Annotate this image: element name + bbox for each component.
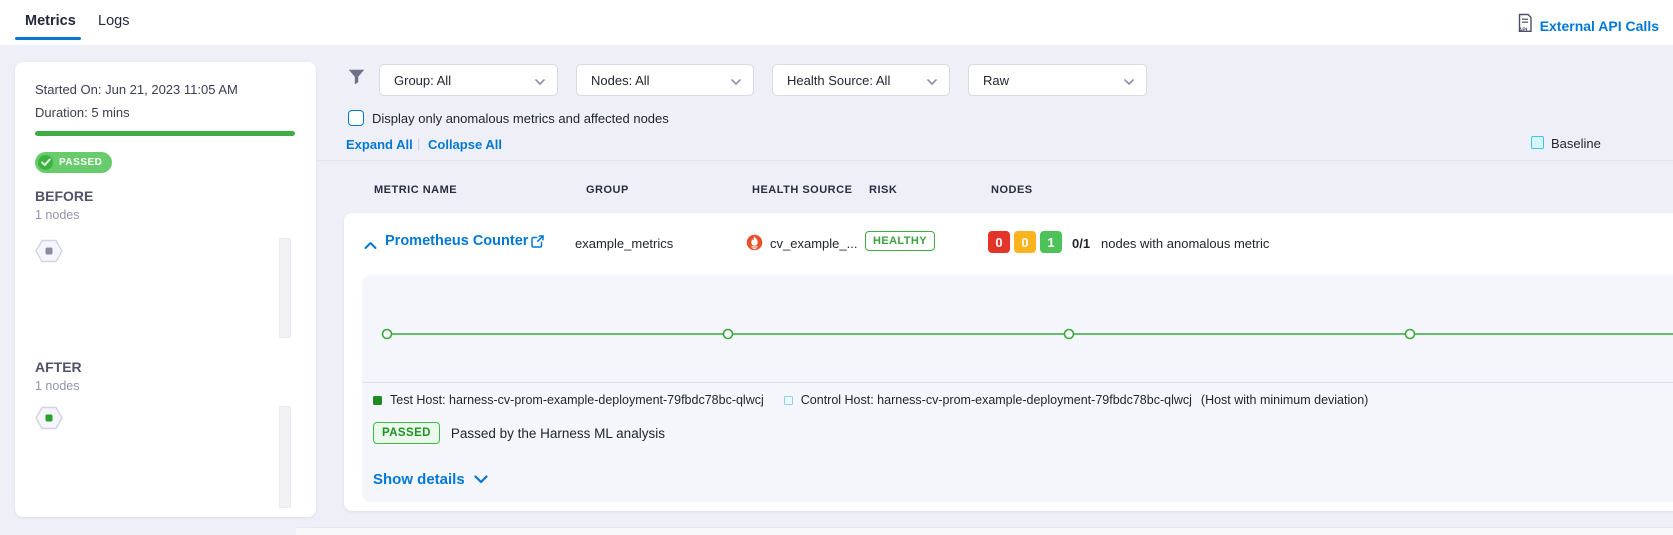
before-section-title: BEFORE xyxy=(35,188,93,204)
risk-count-red: 0 xyxy=(988,231,1010,253)
risk-count-green: 1 xyxy=(1040,231,1062,253)
after-node-count: 1 nodes xyxy=(35,379,79,393)
chevron-down-icon xyxy=(731,73,741,88)
check-icon xyxy=(38,155,53,170)
active-tab-underline xyxy=(15,37,81,40)
verification-summary-card: Started On: Jun 21, 2023 11:05 AM Durati… xyxy=(15,62,316,517)
before-node-hexagon[interactable] xyxy=(35,239,63,268)
chevron-down-icon xyxy=(474,471,488,488)
column-header-metric-name: METRIC NAME xyxy=(374,184,457,196)
verification-progress-bar xyxy=(35,131,295,136)
show-details-label: Show details xyxy=(373,471,465,488)
svg-text:API: API xyxy=(1518,28,1527,33)
metric-row-card: Prometheus Counter example_metrics cv_ex… xyxy=(344,213,1673,511)
verdict-badge: PASSED xyxy=(373,422,440,444)
chart-legend: Test Host: harness-cv-prom-example-deplo… xyxy=(373,393,1368,407)
health-source-value: cv_example_... xyxy=(770,236,857,251)
control-host-legend-label: Control Host: harness-cv-prom-example-de… xyxy=(801,393,1192,407)
expand-all-link[interactable]: Expand All xyxy=(346,137,413,152)
tab-logs[interactable]: Logs xyxy=(98,13,129,29)
chart-divider xyxy=(362,382,1673,383)
status-badge-label: PASSED xyxy=(59,157,102,168)
anomalous-only-checkbox-label: Display only anomalous metrics and affec… xyxy=(372,111,669,126)
external-api-calls-label: External API Calls xyxy=(1540,18,1659,34)
baseline-legend-icon[interactable] xyxy=(1531,136,1544,149)
before-node-count: 1 nodes xyxy=(35,208,79,222)
after-section-title: AFTER xyxy=(35,359,82,375)
column-header-group: GROUP xyxy=(586,184,629,196)
health-source-filter-dropdown[interactable]: Health Source: All xyxy=(772,64,950,96)
risk-count-amber: 0 xyxy=(1014,231,1036,253)
anomalous-nodes-text: nodes with anomalous metric xyxy=(1101,236,1269,251)
column-header-health-source: HEALTH SOURCE xyxy=(752,184,852,196)
chevron-down-icon xyxy=(927,73,937,88)
group-filter-value: Group: All xyxy=(394,73,451,88)
data-type-dropdown[interactable]: Raw xyxy=(968,64,1147,96)
duration-text: Duration: 5 mins xyxy=(35,105,130,120)
nodes-filter-dropdown[interactable]: Nodes: All xyxy=(576,64,754,96)
links-separator: | xyxy=(417,136,420,151)
tab-metrics[interactable]: Metrics xyxy=(25,13,76,29)
baseline-legend-label: Baseline xyxy=(1551,136,1601,151)
verdict-row: PASSED Passed by the Harness ML analysis xyxy=(373,422,665,444)
chevron-down-icon xyxy=(535,73,545,88)
horizontal-scrollbar[interactable] xyxy=(296,527,1673,535)
group-filter-dropdown[interactable]: Group: All xyxy=(379,64,558,96)
prometheus-icon xyxy=(746,234,763,256)
risk-status-badge: HEALTHY xyxy=(865,231,935,251)
section-divider xyxy=(316,160,1673,161)
test-host-legend-label: Test Host: harness-cv-prom-example-deplo… xyxy=(390,393,764,407)
external-api-calls-link[interactable]: API External API Calls xyxy=(1517,13,1659,38)
column-header-nodes: NODES xyxy=(991,184,1033,196)
test-host-legend-icon xyxy=(373,396,382,405)
collapse-all-link[interactable]: Collapse All xyxy=(428,137,502,152)
after-node-hexagon[interactable] xyxy=(35,406,63,435)
control-host-legend-icon xyxy=(784,396,793,405)
status-badge: PASSED xyxy=(35,152,112,173)
health-source-filter-value: Health Source: All xyxy=(787,73,890,88)
anomalous-only-checkbox[interactable] xyxy=(348,110,364,126)
verdict-text: Passed by the Harness ML analysis xyxy=(451,426,665,441)
collapse-row-chevron-up-icon[interactable] xyxy=(364,237,377,255)
metric-timeline-chart[interactable] xyxy=(362,275,1673,382)
chevron-down-icon xyxy=(1124,73,1134,88)
sidebar-scrollbar[interactable] xyxy=(279,406,291,508)
metric-group-value: example_metrics xyxy=(575,236,673,251)
external-link-icon[interactable] xyxy=(531,235,544,253)
column-header-risk: RISK xyxy=(869,184,897,196)
metric-analysis-panel: Test Host: harness-cv-prom-example-deplo… xyxy=(362,275,1673,502)
api-document-icon: API xyxy=(1517,13,1533,38)
show-details-link[interactable]: Show details xyxy=(373,471,488,488)
started-on-text: Started On: Jun 21, 2023 11:05 AM xyxy=(35,82,238,97)
metric-name-link[interactable]: Prometheus Counter xyxy=(385,233,528,249)
top-bar xyxy=(0,0,1673,45)
data-type-value: Raw xyxy=(983,73,1009,88)
sidebar-scrollbar[interactable] xyxy=(279,238,291,338)
control-host-note: (Host with minimum deviation) xyxy=(1201,393,1368,407)
anomalous-nodes-ratio: 0/1 xyxy=(1072,236,1090,251)
filter-funnel-icon xyxy=(348,69,365,90)
nodes-filter-value: Nodes: All xyxy=(591,73,650,88)
